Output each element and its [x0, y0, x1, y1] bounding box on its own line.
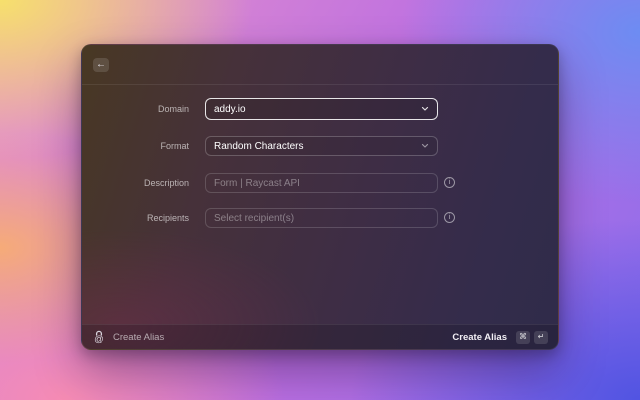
form-row-domain: Domain addy.io [82, 98, 558, 120]
info-icon[interactable]: i [444, 177, 455, 188]
domain-value: addy.io [214, 104, 246, 115]
command-key-badge: ⌘ [516, 331, 530, 344]
footer-right: Create Alias ⌘ ↵ [452, 331, 548, 344]
form-row-description: Description i [82, 173, 558, 193]
info-glyph: i [449, 179, 451, 186]
raycast-window: ← Domain addy.io Format Random Character… [81, 44, 559, 350]
back-arrow-icon: ← [96, 60, 106, 70]
form-row-format: Format Random Characters [82, 136, 558, 156]
command-title: Create Alias [113, 332, 164, 343]
chevron-down-icon [421, 142, 429, 150]
return-key-badge: ↵ [534, 331, 548, 344]
format-dropdown[interactable]: Random Characters [205, 136, 438, 156]
description-label: Description [82, 173, 189, 193]
header-divider [82, 84, 558, 85]
chevron-down-icon [421, 105, 429, 113]
addy-io-lock-at-icon: @ [92, 330, 106, 344]
info-glyph: i [449, 214, 451, 221]
back-button[interactable]: ← [93, 58, 109, 72]
recipients-label: Recipients [82, 208, 189, 228]
action-bar: @ Create Alias Create Alias ⌘ ↵ [82, 324, 558, 349]
window-header: ← [82, 45, 558, 84]
domain-dropdown[interactable]: addy.io [205, 98, 438, 120]
info-icon[interactable]: i [444, 212, 455, 223]
description-input[interactable] [205, 173, 438, 193]
recipients-input[interactable] [205, 208, 438, 228]
create-alias-button[interactable]: Create Alias [452, 332, 507, 343]
domain-label: Domain [82, 98, 189, 120]
format-label: Format [82, 136, 189, 156]
form-row-recipients: Recipients i [82, 208, 558, 228]
svg-text:@: @ [94, 334, 104, 344]
footer-app: @ Create Alias [92, 330, 164, 344]
format-value: Random Characters [214, 141, 303, 152]
